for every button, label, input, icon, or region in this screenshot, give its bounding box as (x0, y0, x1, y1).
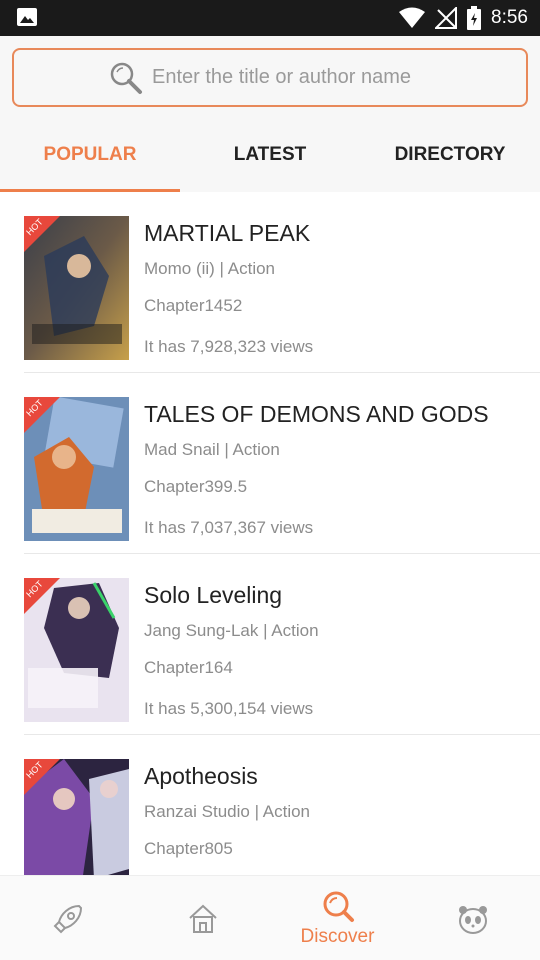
book-chapter: Chapter1452 (144, 296, 243, 315)
book-cover: HOT (24, 578, 129, 722)
book-title: TALES OF DEMONS AND GODS (144, 401, 489, 427)
tab-directory[interactable]: DIRECTORY (360, 118, 540, 192)
nav-rocket[interactable] (0, 876, 135, 960)
no-signal-icon (435, 7, 458, 29)
list-item[interactable]: HOT TALES OF DEMONS AND GODS Mad Snail |… (24, 373, 540, 554)
home-icon (188, 904, 217, 933)
status-bar: 8:56 (0, 0, 540, 36)
book-list: HOT MARTIAL PEAK Momo (ii) | Action Chap… (0, 192, 540, 875)
clock: 8:56 (491, 7, 528, 28)
book-cover: HOT (24, 397, 129, 541)
panda-icon (458, 905, 487, 934)
search-input[interactable] (152, 66, 432, 89)
list-item[interactable]: HOT Apotheosis Ranzai Studio | Action Ch… (24, 735, 540, 875)
nav-discover-label: Discover (300, 925, 375, 947)
battery-icon (467, 6, 482, 30)
tab-popular[interactable]: POPULAR (0, 118, 180, 192)
tab-latest[interactable]: LATEST (180, 118, 360, 192)
image-icon (17, 8, 37, 26)
search-icon (110, 62, 142, 94)
nav-home[interactable] (135, 876, 270, 960)
nav-discover[interactable]: Discover (270, 876, 405, 960)
list-item[interactable]: HOT MARTIAL PEAK Momo (ii) | Action Chap… (24, 192, 540, 373)
book-author-genre: Momo (ii) | Action (144, 259, 276, 278)
search-box[interactable] (12, 48, 528, 107)
nav-profile[interactable] (405, 876, 540, 960)
list-item[interactable]: HOT Solo Leveling Jang Sung-Lak | Action… (24, 554, 540, 735)
rocket-icon (53, 904, 82, 933)
bottom-nav: Discover (0, 875, 540, 960)
book-cover: HOT (24, 759, 129, 875)
tab-bar: POPULAR LATEST DIRECTORY (0, 118, 540, 192)
book-views: It has 7,928,323 views (144, 337, 314, 356)
wifi-icon (399, 7, 426, 28)
book-cover: HOT (24, 216, 129, 360)
book-author-genre: Ranzai Studio | Action (144, 802, 311, 821)
book-chapter: Chapter805 (144, 839, 233, 858)
book-views: It has 5,300,154 views (144, 699, 314, 718)
search-area (0, 36, 540, 118)
book-chapter: Chapter399.5 (144, 477, 248, 496)
book-author-genre: Mad Snail | Action (144, 440, 280, 459)
book-title: MARTIAL PEAK (144, 220, 311, 246)
discover-icon (323, 891, 354, 922)
book-title: Apotheosis (144, 763, 258, 789)
book-views: It has 7,037,367 views (144, 518, 314, 537)
book-chapter: Chapter164 (144, 658, 233, 677)
book-title: Solo Leveling (144, 582, 283, 608)
book-author-genre: Jang Sung-Lak | Action (144, 621, 319, 640)
